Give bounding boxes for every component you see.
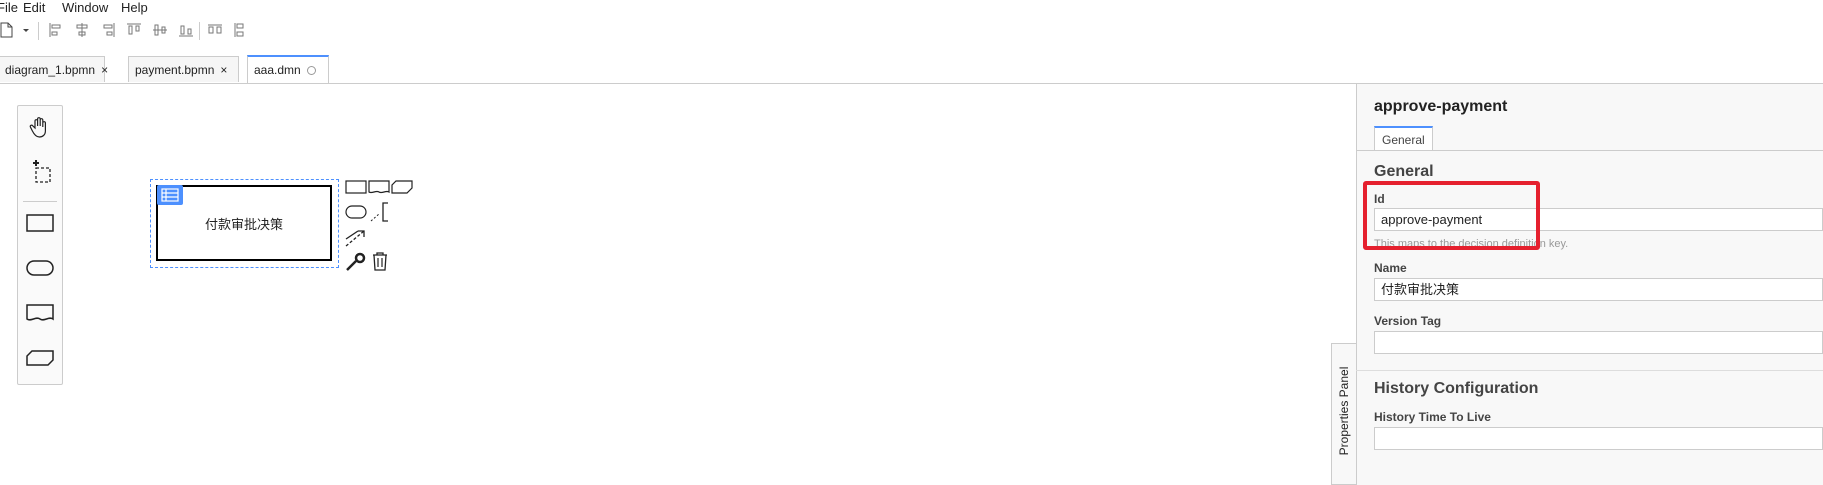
append-input-data-icon[interactable] <box>345 205 367 224</box>
history-section-heading: History Configuration <box>1374 380 1539 397</box>
properties-title: approve-payment <box>1374 98 1508 115</box>
dropdown-arrow-icon[interactable] <box>18 22 29 38</box>
decision-icon[interactable] <box>25 209 55 237</box>
tab-diagram-1[interactable]: diagram_1.bpmn × <box>0 56 108 82</box>
menu-file[interactable]: File <box>0 0 18 15</box>
append-decision-icon[interactable] <box>345 180 367 199</box>
history-ttl-label: History Time To Live <box>1374 410 1491 424</box>
name-field[interactable]: 付款审批决策 <box>1374 278 1823 301</box>
tab-underline <box>1356 150 1823 151</box>
properties-panel-toggle[interactable]: Properties Panel <box>1331 343 1356 485</box>
palette-separator <box>23 201 57 202</box>
align-center-icon[interactable] <box>74 22 90 38</box>
diagram-canvas[interactable] <box>0 84 1357 485</box>
hand-tool-icon[interactable] <box>25 113 55 141</box>
trash-icon[interactable] <box>371 251 389 276</box>
tab-payment[interactable]: payment.bpmn × <box>128 56 239 82</box>
tab-label: diagram_1.bpmn <box>5 63 96 77</box>
append-business-knowledge-icon[interactable] <box>391 180 413 199</box>
align-middle-icon[interactable] <box>152 22 168 38</box>
close-icon[interactable]: × <box>220 63 227 77</box>
new-file-icon[interactable] <box>0 22 14 38</box>
menu-edit[interactable]: Edit <box>23 0 45 15</box>
align-right-icon[interactable] <box>100 22 116 38</box>
wrench-icon[interactable] <box>345 252 367 277</box>
toolbar-separator <box>199 22 200 40</box>
tab-general[interactable]: General <box>1374 126 1433 150</box>
text-annotation-icon[interactable] <box>370 201 392 228</box>
tab-label: payment.bpmn <box>135 63 215 77</box>
properties-panel-toggle-label: Properties Panel <box>1337 366 1351 456</box>
align-top-icon[interactable] <box>126 22 142 38</box>
connect-icon[interactable] <box>345 228 367 253</box>
toolbar-separator <box>38 22 39 40</box>
general-section-heading: General <box>1374 163 1434 180</box>
align-bottom-icon[interactable] <box>178 22 194 38</box>
knowledge-source-icon[interactable] <box>25 299 55 327</box>
version-tag-label: Version Tag <box>1374 314 1442 328</box>
tab-label: aaa.dmn <box>254 63 301 77</box>
id-highlight-box <box>1363 181 1540 250</box>
decision-table-icon[interactable] <box>157 185 183 205</box>
name-label: Name <box>1374 261 1407 275</box>
business-knowledge-model-icon[interactable] <box>25 344 55 372</box>
align-left-icon[interactable] <box>48 22 64 38</box>
lasso-tool-icon[interactable] <box>25 158 55 186</box>
history-ttl-field[interactable] <box>1374 427 1823 450</box>
decision-label: 付款审批决策 <box>204 216 283 232</box>
unsaved-dot-icon <box>306 66 316 76</box>
close-icon[interactable]: × <box>101 63 108 77</box>
section-divider <box>1356 370 1823 371</box>
distribute-vertical-icon[interactable] <box>232 22 248 38</box>
tool-palette <box>17 105 63 385</box>
tab-aaa-dmn[interactable]: aaa.dmn <box>247 55 329 83</box>
append-knowledge-source-icon[interactable] <box>368 180 390 199</box>
menu-window[interactable]: Window <box>62 0 108 15</box>
version-tag-field[interactable] <box>1374 331 1823 354</box>
distribute-horizontal-icon[interactable] <box>207 22 223 38</box>
menu-help[interactable]: Help <box>121 0 148 15</box>
input-data-icon[interactable] <box>25 254 55 282</box>
tab-bar: diagram_1.bpmn × payment.bpmn × aaa.dmn <box>0 53 1823 84</box>
